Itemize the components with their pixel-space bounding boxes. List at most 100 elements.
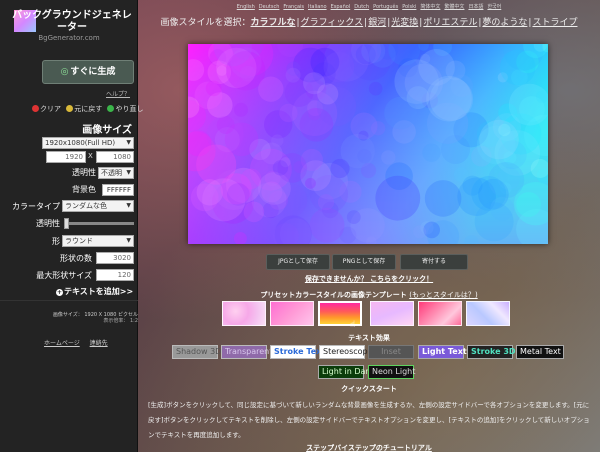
bubble — [394, 59, 439, 104]
template-thumb-6[interactable] — [466, 301, 510, 326]
effect-stroke-3d[interactable]: Stroke 3D — [467, 345, 516, 359]
logo-area[interactable]: バックグラウンドジェネレーター BgGenerator.com — [0, 0, 138, 50]
text-effects-title: テキスト効果 — [348, 334, 390, 342]
template-thumb-4[interactable] — [370, 301, 414, 326]
generate-button[interactable]: ◎ すぐに生成 — [42, 60, 134, 84]
shape-count-input[interactable]: 3020 — [96, 252, 134, 264]
size-preset-value: 1920x1080(Full HD) — [45, 139, 116, 147]
app-subtitle: BgGenerator.com — [38, 34, 100, 42]
bubble — [299, 108, 334, 142]
width-input[interactable]: 1920 — [46, 151, 86, 163]
style-option[interactable]: 銀河 — [368, 18, 386, 28]
help-link[interactable]: ヘルプ？ — [106, 89, 130, 98]
language-link[interactable]: Italiano — [308, 4, 327, 10]
bubble — [205, 80, 222, 97]
language-link[interactable]: 한국어 — [487, 4, 501, 10]
language-link[interactable]: Polski — [402, 4, 416, 10]
clear-icon — [32, 105, 39, 112]
language-link[interactable]: 繁體中文 — [444, 4, 464, 10]
shape-select[interactable]: ラウンド ▼ — [62, 235, 134, 247]
language-link[interactable]: Deutsch — [259, 4, 280, 10]
undo-label: 元に戻す — [74, 105, 103, 113]
size-preset-select[interactable]: 1920x1080(Full HD) ▼ — [42, 137, 134, 149]
bubble — [309, 207, 345, 243]
template-thumb-1[interactable] — [222, 301, 266, 326]
bubble — [422, 143, 441, 162]
effect-metal-text[interactable]: Metal Text — [516, 345, 564, 359]
tutorial-link[interactable]: ステップバイステップのチュートリアル — [138, 443, 600, 452]
transparency-label: 透明性 — [72, 168, 96, 177]
style-option[interactable]: ポリエステル — [423, 18, 477, 28]
not-saved-link[interactable]: 保存できませんか？ こちらをクリック！ — [138, 274, 600, 284]
bubble — [254, 160, 269, 176]
undo-button[interactable]: 元に戻す — [66, 104, 102, 114]
effect-light-in-dark[interactable]: Light in Dark — [318, 365, 373, 379]
donate-button[interactable]: 寄付する — [400, 254, 468, 270]
bgcolor-input[interactable]: FFFFFF — [102, 184, 134, 196]
template-thumb-2[interactable] — [270, 301, 314, 326]
contact-link[interactable]: 連絡先 — [90, 340, 108, 347]
language-link[interactable]: 简体中文 — [420, 4, 440, 10]
save-png-button[interactable]: PNGとして保存 — [332, 254, 396, 270]
effect-neon-light[interactable]: Neon Light — [368, 365, 415, 379]
color-type-select[interactable]: ランダムな色 ▼ — [62, 200, 134, 212]
shape-count-label: 形状の数 — [60, 254, 92, 263]
bubble — [234, 102, 248, 117]
effect-light-text[interactable]: Light Text — [418, 345, 467, 359]
save-jpg-button[interactable]: JPGとして保存 — [266, 254, 330, 270]
redo-icon — [107, 105, 115, 112]
language-link[interactable]: 日本語 — [468, 4, 483, 10]
bubble — [285, 67, 301, 83]
style-option[interactable]: カラフルな — [251, 18, 296, 28]
transparency-select[interactable]: 不透明 ▼ — [98, 167, 134, 179]
language-link[interactable]: Dutch — [354, 4, 369, 10]
language-link[interactable]: Français — [283, 4, 304, 10]
bubble — [258, 76, 284, 102]
max-size-label: 最大形状サイズ — [36, 271, 92, 280]
style-option[interactable]: グラフィックス — [301, 18, 364, 28]
effect-stroke-text[interactable]: Stroke Text — [270, 345, 325, 359]
generate-label: すぐに生成 — [70, 67, 116, 77]
opacity-slider[interactable] — [64, 218, 134, 229]
separator: | — [296, 18, 300, 28]
more-styles-link[interactable]: (もっとスタイルは？) — [409, 291, 477, 299]
style-option[interactable]: 光変換 — [391, 18, 418, 28]
separator: | — [387, 18, 391, 28]
home-link[interactable]: ホームページ — [44, 340, 80, 347]
effect-stereoscopic[interactable]: Stereoscopic — [319, 345, 374, 359]
effect-transparent[interactable]: Transparent — [221, 345, 272, 359]
redo-label: やり直し — [115, 105, 144, 113]
add-text-button[interactable]: + テキストを追加>> — [56, 286, 133, 297]
language-bar: English Deutsch Français Italiano Español Dut… — [138, 3, 600, 10]
plus-icon: + — [56, 289, 63, 296]
opacity-label: 透明性 — [36, 219, 60, 228]
clear-button[interactable]: クリア — [32, 104, 61, 114]
opacity-slider-handle[interactable] — [64, 218, 69, 229]
style-option[interactable]: ストライプ — [532, 18, 577, 28]
bubble — [488, 162, 525, 198]
size-info: 画像サイズ： 1920 X 1080 ピクセル 表示倍率： 1:2 — [20, 312, 138, 324]
color-type-label: カラータイプ — [12, 202, 60, 211]
quickstart-text: [生成]ボタンをクリックして、同じ設定に基づいて新しいランダムな背景画像を生成す… — [148, 398, 594, 443]
max-size-input[interactable]: 120 — [96, 269, 134, 281]
language-link[interactable]: Português — [373, 4, 398, 10]
bubble — [271, 134, 284, 147]
style-option[interactable]: 夢のような — [482, 18, 527, 28]
quickstart-line-2: 戻す]ボタンをクリックしてテキストを削除し、左側の設定サイドバーでテキストオプシ… — [148, 416, 590, 424]
background-preview — [188, 44, 548, 244]
preview-canvas — [188, 44, 548, 244]
effect-inset[interactable]: Inset — [368, 345, 414, 359]
separator: | — [478, 18, 482, 28]
height-input[interactable]: 1080 — [96, 151, 134, 163]
effect-shadow-3d[interactable]: Shadow 3D — [172, 345, 221, 359]
template-thumb-5[interactable] — [418, 301, 462, 326]
quickstart-title: クイックスタート — [341, 385, 397, 393]
language-link[interactable]: English — [237, 4, 255, 10]
bubble — [303, 72, 326, 95]
chevron-down-icon: ▼ — [126, 139, 131, 146]
quickstart-line-1: [生成]ボタンをクリックして、同じ設定に基づいて新しいランダムな背景画像を生成す… — [148, 401, 590, 409]
language-link[interactable]: Español — [331, 4, 351, 10]
bubble — [224, 122, 259, 157]
redo-button[interactable]: やり直し — [107, 104, 143, 114]
bubble — [305, 177, 316, 189]
